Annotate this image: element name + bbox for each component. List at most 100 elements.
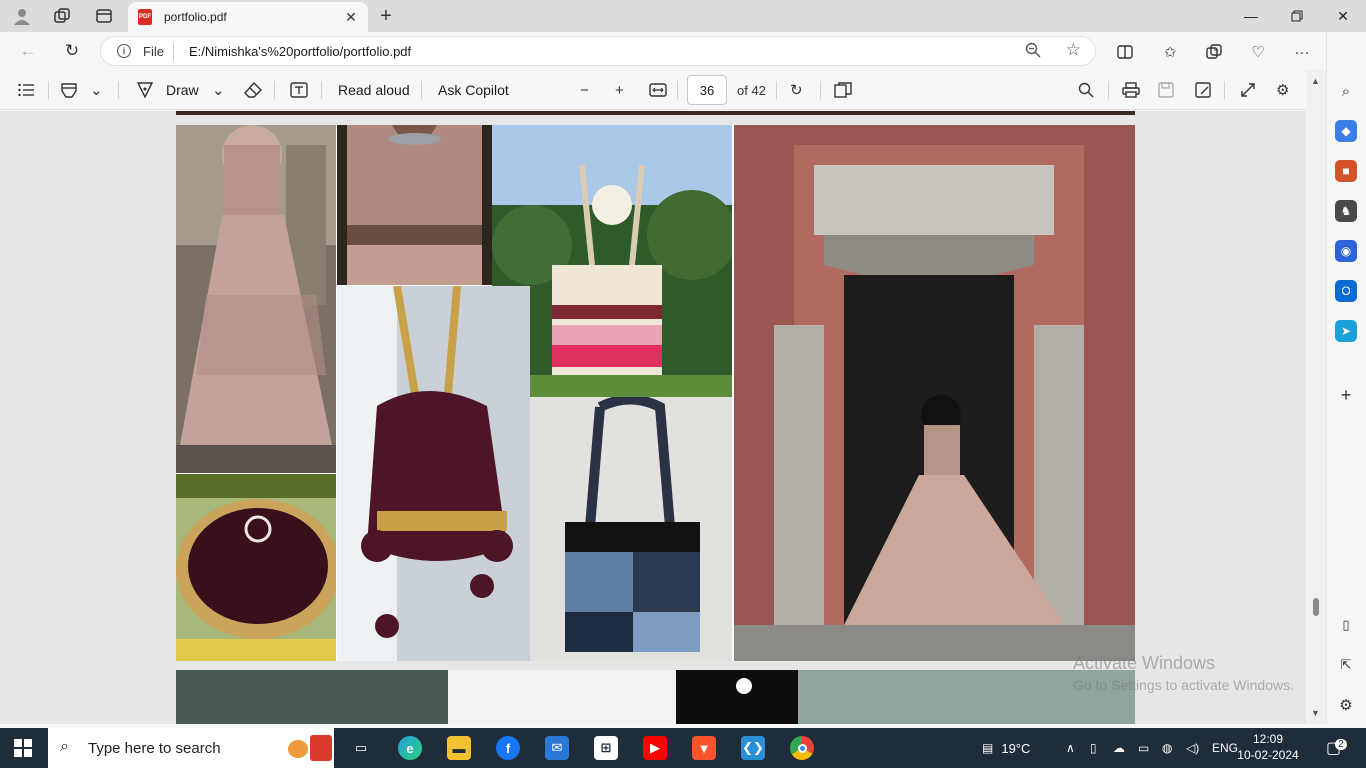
mail-icon[interactable]: ✉ — [545, 736, 569, 760]
search-highlight-flower-icon — [288, 740, 308, 758]
close-window-button[interactable]: ✕ — [1320, 0, 1366, 32]
print-icon[interactable] — [1122, 78, 1140, 102]
highlight-dropdown-icon[interactable]: ⌄ — [90, 78, 103, 102]
toolbar-divider — [677, 81, 678, 99]
refresh-button[interactable]: ↻ — [58, 38, 86, 64]
browser-essentials-icon[interactable]: ♡ — [1246, 40, 1270, 64]
watermark-line1: Activate Windows — [1073, 653, 1216, 673]
tab-portfolio[interactable]: PDF portfolio.pdf ✕ — [128, 2, 368, 32]
address-bar[interactable]: i File E:/Nimishka's%20portfolio/portfol… — [100, 36, 1096, 66]
tab-actions-icon[interactable] — [92, 4, 116, 28]
zoom-in-button[interactable]: + — [615, 78, 624, 102]
brave-icon[interactable]: ▼ — [692, 736, 716, 760]
notifications-button[interactable]: ▢ 2 — [1326, 728, 1347, 768]
url-separator — [173, 43, 174, 61]
previous-page-edge — [176, 111, 1135, 115]
vertical-scrollbar[interactable]: ▲ ▼ — [1306, 70, 1326, 724]
facebook-icon[interactable]: f — [496, 736, 520, 760]
contents-icon[interactable] — [18, 78, 34, 102]
toolbar-divider — [118, 81, 119, 99]
microsoft365-icon[interactable]: ◉ — [1335, 240, 1357, 262]
battery-icon[interactable]: ▭ — [1138, 728, 1149, 768]
start-button[interactable] — [14, 739, 32, 757]
drop-icon[interactable]: ➤ — [1335, 320, 1357, 342]
toolbar-divider — [820, 81, 821, 99]
add-sidebar-app-icon[interactable]: + — [1335, 384, 1357, 406]
eraser-icon[interactable] — [244, 78, 262, 102]
next-page-preview — [176, 670, 1135, 724]
cloud-icon[interactable]: ☁ — [1113, 728, 1125, 768]
profile-icon[interactable] — [10, 4, 34, 28]
draw-dropdown-icon[interactable]: ⌄ — [212, 78, 225, 102]
save-icon[interactable] — [1158, 78, 1174, 102]
rotate-icon[interactable]: ↻ — [790, 78, 803, 102]
close-tab-icon[interactable]: ✕ — [342, 8, 360, 26]
scroll-up-icon[interactable]: ▲ — [1311, 76, 1320, 86]
tab-title: portfolio.pdf — [164, 10, 227, 24]
favorite-star-icon[interactable]: ☆ — [1066, 40, 1081, 60]
pdf-viewer[interactable] — [0, 111, 1306, 724]
draw-button[interactable]: Draw — [136, 78, 199, 102]
page-number-input[interactable]: 36 — [687, 75, 727, 105]
sidebar-search-icon[interactable]: ⌕ — [1335, 80, 1357, 102]
url-text[interactable]: E:/Nimishka's%20portfolio/portfolio.pdf — [189, 44, 411, 59]
zoom-out-button[interactable]: − — [580, 78, 589, 102]
language-indicator[interactable]: ENG — [1212, 728, 1238, 768]
device-icon[interactable]: ▯ — [1090, 728, 1097, 768]
weather-icon: ▤ — [982, 741, 994, 755]
ask-copilot-button[interactable]: Ask Copilot — [438, 78, 509, 102]
photo-denim-tote — [530, 397, 732, 661]
hide-sidebar-icon[interactable]: ▯ — [1335, 614, 1357, 636]
toolbar-divider — [421, 81, 422, 99]
scroll-down-icon[interactable]: ▼ — [1311, 708, 1320, 718]
task-view-icon[interactable]: ▭ — [349, 736, 373, 760]
clock[interactable]: 12:09 10-02-2024 — [1236, 731, 1300, 763]
fullscreen-icon[interactable] — [1240, 78, 1256, 102]
store-icon[interactable]: ⊞ — [594, 736, 618, 760]
sidebar-settings-icon[interactable]: ⚙ — [1335, 694, 1357, 716]
shopping-icon[interactable]: ◆ — [1335, 120, 1357, 142]
new-tab-button[interactable]: + — [374, 4, 398, 28]
pdf-settings-icon[interactable]: ⚙ — [1276, 78, 1289, 102]
page-view-icon[interactable] — [834, 78, 852, 102]
zoom-out-icon[interactable] — [1025, 42, 1041, 62]
photo-blouse-closeup — [337, 125, 492, 285]
edge-taskbar-icon[interactable]: e — [398, 736, 422, 760]
games-icon[interactable]: ♞ — [1335, 200, 1357, 222]
vscode-icon[interactable]: ❮❯ — [741, 736, 765, 760]
pdf-page — [176, 125, 1135, 661]
draw-label: Draw — [166, 82, 199, 98]
tools-icon[interactable]: ■ — [1335, 160, 1357, 182]
collections-icon[interactable] — [1202, 40, 1226, 64]
info-icon[interactable]: i — [117, 44, 131, 58]
outlook-icon[interactable]: O — [1335, 280, 1357, 302]
edge-sidebar: ⌕ ◆ ■ ♞ ◉ O ➤ + ▯ ⇱ ⚙ — [1326, 32, 1366, 724]
scrollbar-thumb[interactable] — [1313, 598, 1319, 616]
restore-button[interactable] — [1274, 0, 1320, 32]
split-screen-icon[interactable] — [1113, 40, 1137, 64]
fit-page-icon[interactable] — [649, 78, 667, 102]
taskbar-search[interactable]: ⌕ Type here to search — [48, 728, 334, 768]
photo-doorway-lehenga — [734, 125, 1135, 661]
workspaces-icon[interactable] — [50, 4, 74, 28]
search-icon[interactable] — [1078, 78, 1094, 102]
add-text-icon[interactable] — [290, 78, 308, 102]
weather-widget[interactable]: ▤ 19°C — [982, 728, 1030, 768]
volume-icon[interactable]: ◁) — [1186, 728, 1199, 768]
favorites-icon[interactable]: ✩ — [1158, 40, 1182, 64]
page-total: of 42 — [737, 83, 766, 98]
youtube-icon[interactable]: ▶ — [643, 736, 667, 760]
minimize-button[interactable]: — — [1228, 0, 1274, 32]
read-aloud-button[interactable]: Read aloud — [338, 78, 410, 102]
back-button[interactable]: ← — [14, 38, 42, 64]
chrome-icon[interactable] — [790, 736, 814, 760]
photo-velvet-potli — [337, 286, 530, 661]
settings-more-icon[interactable]: ··· — [1290, 40, 1314, 64]
network-icon[interactable]: ◍ — [1162, 728, 1172, 768]
highlight-icon[interactable] — [60, 78, 78, 102]
show-hidden-icons[interactable]: ∧ — [1066, 728, 1075, 768]
external-link-icon[interactable]: ⇱ — [1335, 654, 1357, 676]
file-explorer-icon[interactable]: ▬ — [447, 736, 471, 760]
search-highlight-gift-icon — [310, 735, 332, 761]
save-as-icon[interactable] — [1195, 78, 1211, 102]
